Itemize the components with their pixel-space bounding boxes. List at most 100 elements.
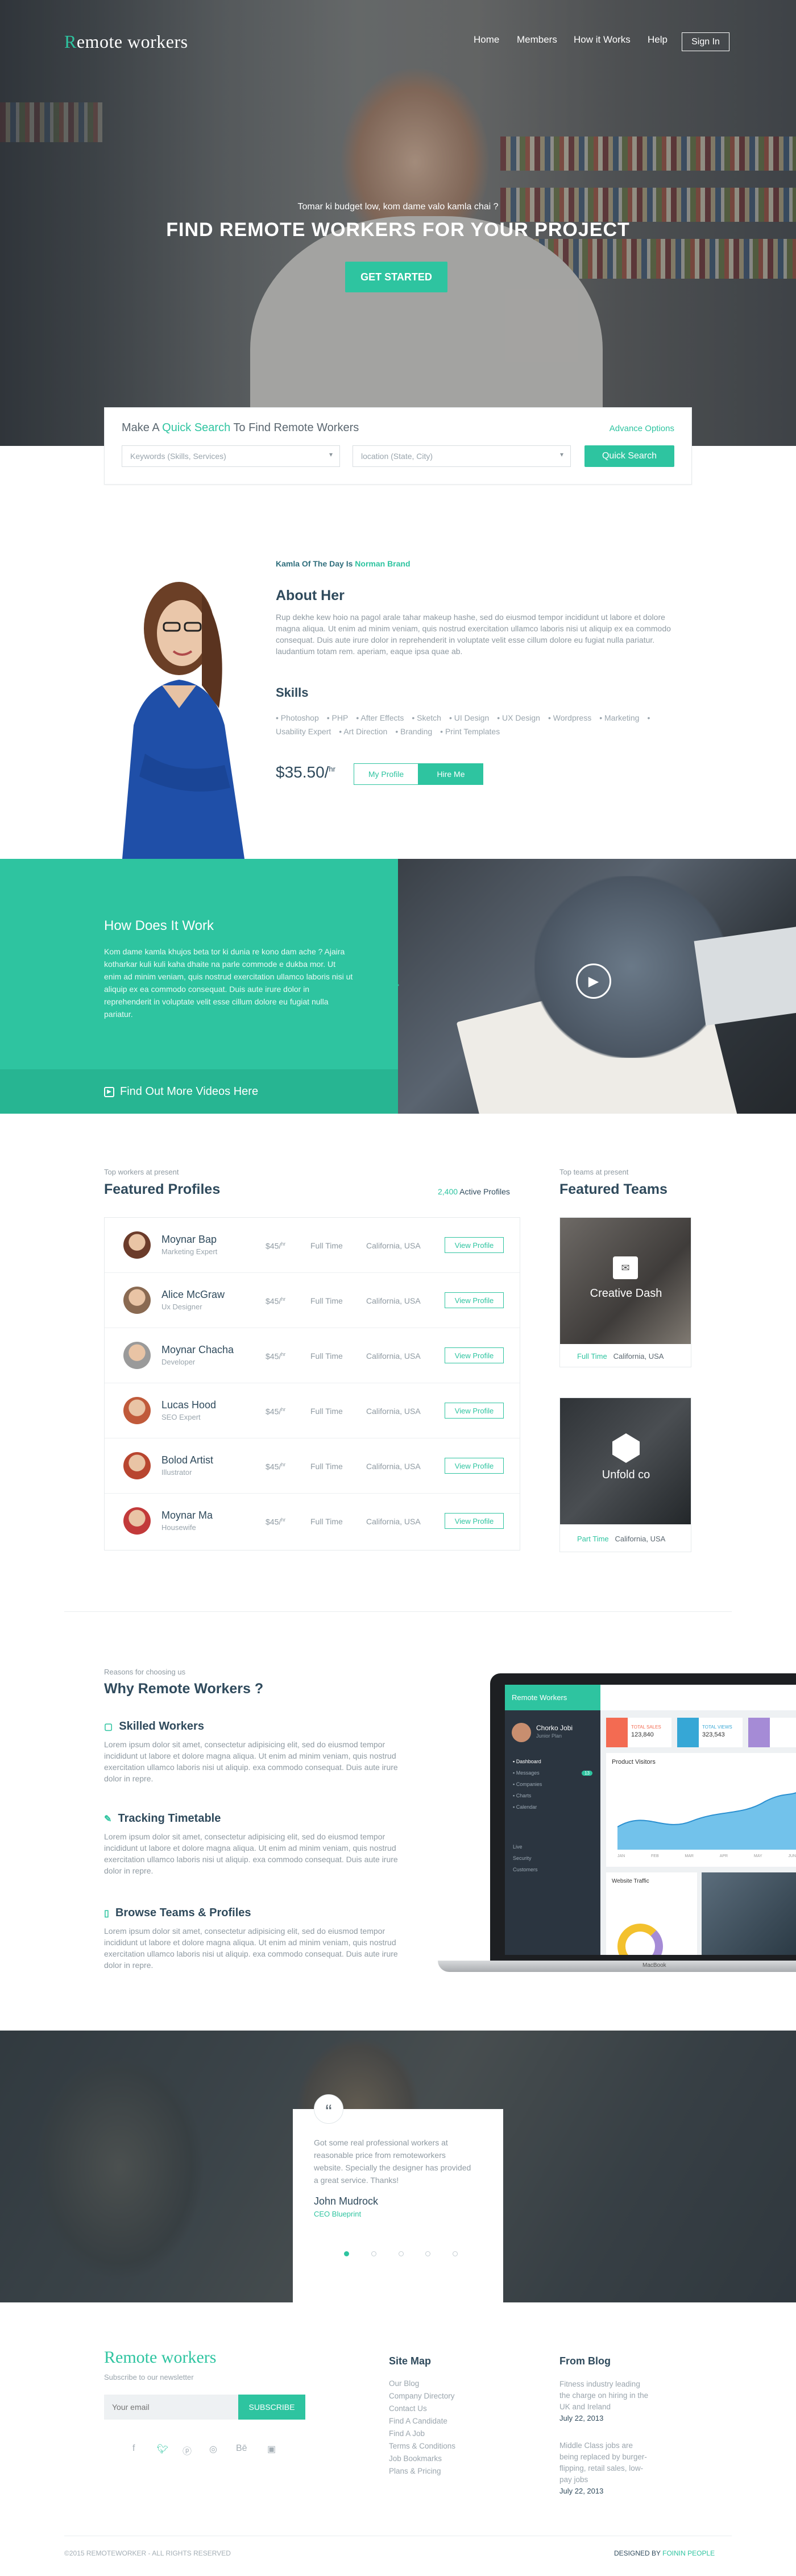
profile-location: California, USA: [366, 1462, 421, 1471]
designed-by: DESIGNED BY FOININ PEOPLE: [614, 2549, 715, 2557]
newsletter-email-input[interactable]: [104, 2395, 238, 2420]
site-logo[interactable]: Remote workers: [64, 31, 188, 52]
view-profile-button[interactable]: View Profile: [445, 1403, 504, 1419]
designer-link[interactable]: FOININ PEOPLE: [662, 2549, 715, 2557]
facebook-icon[interactable]: f: [132, 2443, 135, 2454]
menu-icon: ▪: [513, 1804, 515, 1810]
dashboard-menu-item[interactable]: ▪ Dashboard: [513, 1759, 598, 1770]
view-profile-button[interactable]: View Profile: [445, 1513, 504, 1529]
sitemap-link[interactable]: Find A Job: [389, 2428, 525, 2440]
view-profile-button[interactable]: View Profile: [445, 1458, 504, 1474]
sitemap-link[interactable]: Company Directory: [389, 2390, 525, 2403]
avatar: [512, 1723, 531, 1742]
testimonial-text: Got some real professional workers at re…: [314, 2138, 471, 2185]
carousel-dot[interactable]: [453, 2251, 458, 2256]
dashboard-menu-item[interactable]: ▪ Messages 13: [513, 1770, 598, 1781]
sitemap-link[interactable]: Contact Us: [389, 2403, 525, 2415]
nav-members[interactable]: Members: [517, 34, 557, 46]
dashboard-user-sub: Junior Plan: [536, 1733, 562, 1739]
get-started-button[interactable]: GET STARTED: [345, 262, 447, 292]
profile-name[interactable]: Bolod Artist: [161, 1454, 213, 1466]
team-card[interactable]: Unfold co Part Time California, USA: [559, 1397, 691, 1552]
profile-location: California, USA: [366, 1351, 421, 1361]
profile-name[interactable]: Moynar Ma: [161, 1510, 213, 1521]
blog-post-title[interactable]: Fitness industry leading the charge on h…: [559, 2379, 650, 2413]
location-select[interactable]: location (State, City) ▾: [353, 445, 571, 467]
phone-icon: ▯: [104, 1909, 109, 1918]
avatar: [123, 1507, 151, 1535]
footer-logo[interactable]: Remote workers: [104, 2348, 216, 2367]
featured-woman-photo: [100, 537, 259, 859]
my-profile-button[interactable]: My Profile: [354, 763, 418, 785]
twitter-icon[interactable]: 🐦︎: [157, 2443, 168, 2455]
stat-value: 323,543: [702, 1731, 725, 1738]
sitemap-link[interactable]: Job Bookmarks: [389, 2453, 525, 2465]
sitemap-link[interactable]: Find A Candidate: [389, 2415, 525, 2428]
blog-post-title[interactable]: Middle Class jobs are being replaced by …: [559, 2440, 650, 2486]
dashboard-menu-item[interactable]: Live: [513, 1844, 598, 1855]
team-card[interactable]: ✉ Creative Dash Full Time California, US…: [559, 1217, 691, 1367]
skill-tag: Marketing: [604, 713, 640, 722]
carousel-dot[interactable]: [344, 2251, 349, 2256]
camera-icon[interactable]: ▣: [267, 2443, 276, 2455]
divider: [64, 1611, 732, 1612]
kamla-name[interactable]: Norman Brand: [355, 559, 410, 568]
sitemap-link[interactable]: Plans & Pricing: [389, 2465, 525, 2478]
carousel-dots: [344, 2251, 458, 2256]
stat-icon: [748, 1718, 770, 1747]
profile-name[interactable]: Moynar Chacha: [161, 1344, 234, 1356]
pinterest-icon[interactable]: ⓟ: [183, 2443, 192, 2457]
video-icon: ▶: [104, 1086, 114, 1097]
carousel-dot[interactable]: [425, 2251, 431, 2256]
profile-type: Full Time: [310, 1296, 343, 1305]
carousel-dot[interactable]: [398, 2251, 404, 2256]
profile-rate: $45/hr: [266, 1462, 286, 1471]
profile-role: Housewife: [161, 1523, 196, 1532]
skill-tag: Print Templates: [445, 727, 500, 736]
why-item-text: Lorem ipsum dolor sit amet, consectetur …: [104, 1740, 398, 1783]
profile-rate: $45/hr: [266, 1407, 286, 1416]
subscribe-button[interactable]: SUBSCRIBE: [238, 2395, 305, 2420]
behance-icon[interactable]: Bē: [236, 2443, 247, 2454]
play-icon[interactable]: ▶: [576, 964, 611, 999]
featured-small: Top workers at present: [104, 1168, 179, 1176]
advance-options-link[interactable]: Advance Options: [610, 424, 674, 433]
dashboard-menu-item[interactable]: Customers: [513, 1867, 598, 1878]
dashboard-menu-item[interactable]: ▪ Companies: [513, 1781, 598, 1793]
dashboard-sidebar: Chorko Jobi Junior Plan ▪ Dashboard ▪ Mes…: [505, 1710, 600, 1955]
quick-search-button[interactable]: Quick Search: [584, 445, 674, 467]
blog-post[interactable]: Middle Class jobs are being replaced by …: [559, 2440, 650, 2495]
view-profile-button[interactable]: View Profile: [445, 1292, 504, 1308]
dashboard-menu-item[interactable]: Security: [513, 1855, 598, 1867]
videos-bar[interactable]: ▶ Find Out More Videos Here: [0, 1069, 398, 1114]
profile-name[interactable]: Alice McGraw: [161, 1289, 225, 1301]
profile-name[interactable]: Moynar Bap: [161, 1234, 217, 1246]
laptop-base: MacBook: [438, 1961, 796, 1972]
team-meta: Full Time California, USA: [577, 1352, 664, 1361]
dashboard-menu-item[interactable]: ▪ Calendar: [513, 1804, 598, 1816]
keywords-select[interactable]: Keywords (Skills, Services) ▾: [122, 445, 340, 467]
stat-label: TOTAL VIEWS: [702, 1725, 732, 1730]
nav-help[interactable]: Help: [648, 34, 668, 46]
carousel-dot[interactable]: [371, 2251, 376, 2256]
hire-me-button[interactable]: Hire Me: [418, 763, 483, 785]
sitemap-link[interactable]: Terms & Conditions: [389, 2440, 525, 2453]
month-label: JAN: [617, 1854, 625, 1858]
videos-link[interactable]: ▶ Find Out More Videos Here: [104, 1085, 258, 1098]
instagram-icon[interactable]: ◎: [209, 2443, 217, 2455]
view-profile-button[interactable]: View Profile: [445, 1237, 504, 1253]
signin-button[interactable]: Sign In: [682, 32, 729, 51]
avatar: [123, 1397, 151, 1424]
stat-card: TOTAL VIEWS 323,543: [677, 1718, 743, 1747]
dashboard-brand: Remote Workers: [505, 1685, 600, 1710]
dashboard-menu-item[interactable]: ▪ Charts: [513, 1793, 598, 1804]
nav-home[interactable]: Home: [474, 34, 499, 46]
nav-how-it-works[interactable]: How it Works: [574, 34, 631, 46]
menu-icon: ▪: [513, 1793, 515, 1798]
blog-post[interactable]: Fitness industry leading the charge on h…: [559, 2379, 650, 2422]
view-profile-button[interactable]: View Profile: [445, 1347, 504, 1363]
profile-name[interactable]: Lucas Hood: [161, 1399, 216, 1411]
avatar: [123, 1287, 151, 1314]
sitemap-link[interactable]: Our Blog: [389, 2377, 525, 2390]
copyright: ©2015 REMOTEWORKER - ALL RIGHTS RESERVED: [64, 2549, 231, 2557]
